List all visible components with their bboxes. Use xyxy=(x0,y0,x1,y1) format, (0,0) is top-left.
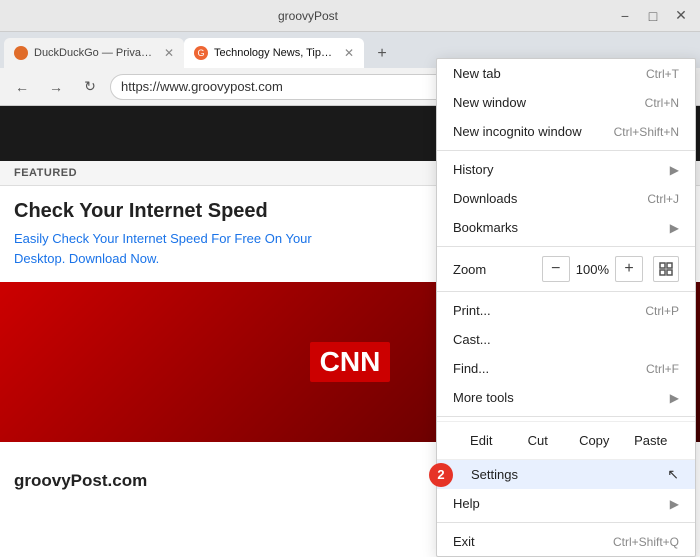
menu-item-print[interactable]: Print... Ctrl+P xyxy=(437,296,695,325)
tab-close-groovy[interactable]: ✕ xyxy=(344,46,354,60)
zoom-in-button[interactable]: + xyxy=(615,256,643,282)
separator-5 xyxy=(437,522,695,523)
menu-item-cast[interactable]: Cast... xyxy=(437,325,695,354)
tab-duckduckgo[interactable]: DuckDuckGo — Privacy... ✕ xyxy=(4,38,184,68)
zoom-out-button[interactable]: − xyxy=(542,256,570,282)
separator-1 xyxy=(437,150,695,151)
menu-item-new-tab[interactable]: New tab Ctrl+T xyxy=(437,59,695,88)
paste-button[interactable]: Paste xyxy=(623,428,680,453)
separator-2 xyxy=(437,246,695,247)
menu-item-history[interactable]: History ▶ xyxy=(437,155,695,184)
separator-4 xyxy=(437,416,695,417)
context-menu: New tab Ctrl+T New window Ctrl+N New inc… xyxy=(436,58,696,557)
tab-favicon-groovy: G xyxy=(194,46,208,60)
new-tab-button[interactable]: + xyxy=(368,40,396,68)
forward-button[interactable]: → xyxy=(42,73,70,101)
close-button[interactable]: ✕ xyxy=(670,5,692,27)
menu-item-new-window[interactable]: New window Ctrl+N xyxy=(437,88,695,117)
tab-favicon-duckduckgo xyxy=(14,46,28,60)
menu-item-new-incognito[interactable]: New incognito window Ctrl+Shift+N xyxy=(437,117,695,146)
maximize-button[interactable]: □ xyxy=(642,5,664,27)
tab-close-duckduckgo[interactable]: ✕ xyxy=(164,46,174,60)
zoom-row: Zoom − 100% + xyxy=(437,251,695,287)
url-text: https://www.groovypost.com xyxy=(121,79,283,94)
menu-badge-2: 2 xyxy=(429,463,453,487)
menu-item-find[interactable]: Find... Ctrl+F xyxy=(437,354,695,383)
fullscreen-button[interactable] xyxy=(653,256,679,282)
minimize-button[interactable]: − xyxy=(614,5,636,27)
edit-row: Edit Cut Copy Paste xyxy=(437,421,695,460)
zoom-value: 100% xyxy=(570,262,615,277)
menu-item-bookmarks[interactable]: Bookmarks ▶ xyxy=(437,213,695,242)
cursor-icon: ↖ xyxy=(667,466,679,483)
reload-button[interactable]: ↻ xyxy=(76,73,104,101)
tab-title-duckduckgo: DuckDuckGo — Privacy... xyxy=(34,47,154,59)
cnn-logo: CNN xyxy=(310,342,391,382)
back-button[interactable]: ← xyxy=(8,73,36,101)
menu-item-more-tools[interactable]: More tools ▶ xyxy=(437,383,695,412)
copy-button[interactable]: Copy xyxy=(566,428,623,453)
menu-item-exit[interactable]: Exit Ctrl+Shift+Q xyxy=(437,527,695,556)
menu-item-settings[interactable]: 2 Settings ↖ xyxy=(437,460,695,489)
tab-groovypost[interactable]: G Technology News, Tips, R... ✕ xyxy=(184,38,364,68)
menu-item-downloads[interactable]: Downloads Ctrl+J xyxy=(437,184,695,213)
title-bar: groovyPost − □ ✕ xyxy=(0,0,700,32)
title-bar-title: groovyPost xyxy=(8,9,608,23)
tab-title-groovy: Technology News, Tips, R... xyxy=(214,47,334,59)
cut-button[interactable]: Cut xyxy=(510,428,567,453)
menu-item-help[interactable]: Help ▶ xyxy=(437,489,695,518)
page-footer-text: groovyPost.com xyxy=(14,471,147,491)
edit-button[interactable]: Edit xyxy=(453,428,510,453)
separator-3 xyxy=(437,291,695,292)
